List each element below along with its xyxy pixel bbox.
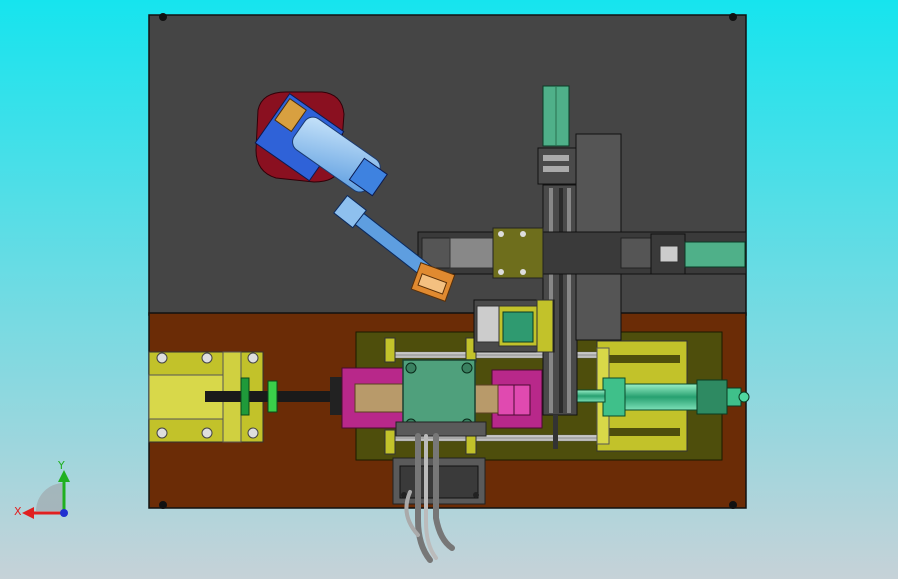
cad-viewport[interactable]: X Y [0,0,898,579]
assembly-drawing: X Y [0,0,898,579]
horizontal-linear-module [417,227,747,279]
triad-y-label: Y [57,459,65,472]
center-green-block [395,359,487,437]
triad-x-label: X [14,505,22,518]
sensor-carriage [473,299,555,353]
